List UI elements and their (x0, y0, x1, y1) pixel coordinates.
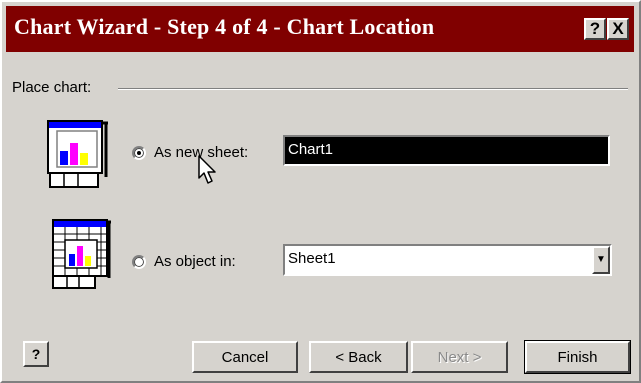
new-sheet-chart-icon (47, 120, 108, 188)
mouse-pointer-icon (198, 155, 216, 184)
title-close-button[interactable]: X (607, 18, 629, 40)
chevron-down-icon[interactable]: ▼ (592, 246, 610, 274)
place-chart-label: Place chart: (12, 79, 92, 96)
as-new-sheet-option[interactable]: As new sheet: (132, 144, 248, 161)
cancel-button[interactable]: Cancel (192, 341, 298, 373)
chart-wizard-dialog: Chart Wizard - Step 4 of 4 - Chart Locat… (0, 0, 641, 383)
embedded-chart-icon (52, 219, 111, 289)
as-object-in-option[interactable]: As object in: (132, 253, 236, 270)
window-title: Chart Wizard - Step 4 of 4 - Chart Locat… (14, 14, 435, 39)
finish-button[interactable]: Finish (524, 340, 631, 374)
as-object-in-label: As object in: (154, 253, 236, 270)
as-object-in-radio[interactable] (132, 254, 146, 269)
object-sheet-value: Sheet1 (288, 250, 336, 267)
title-help-button[interactable]: ? (584, 18, 606, 40)
as-new-sheet-radio[interactable] (132, 145, 146, 160)
new-sheet-name-input[interactable]: Chart1 (283, 135, 610, 166)
object-sheet-combo[interactable]: Sheet1 ▼ (283, 244, 612, 276)
title-bar[interactable]: Chart Wizard - Step 4 of 4 - Chart Locat… (6, 6, 634, 52)
group-divider (118, 88, 628, 90)
next-button: Next > (411, 341, 508, 373)
back-button[interactable]: < Back (309, 341, 408, 373)
office-assistant-help-button[interactable]: ? (23, 341, 49, 367)
